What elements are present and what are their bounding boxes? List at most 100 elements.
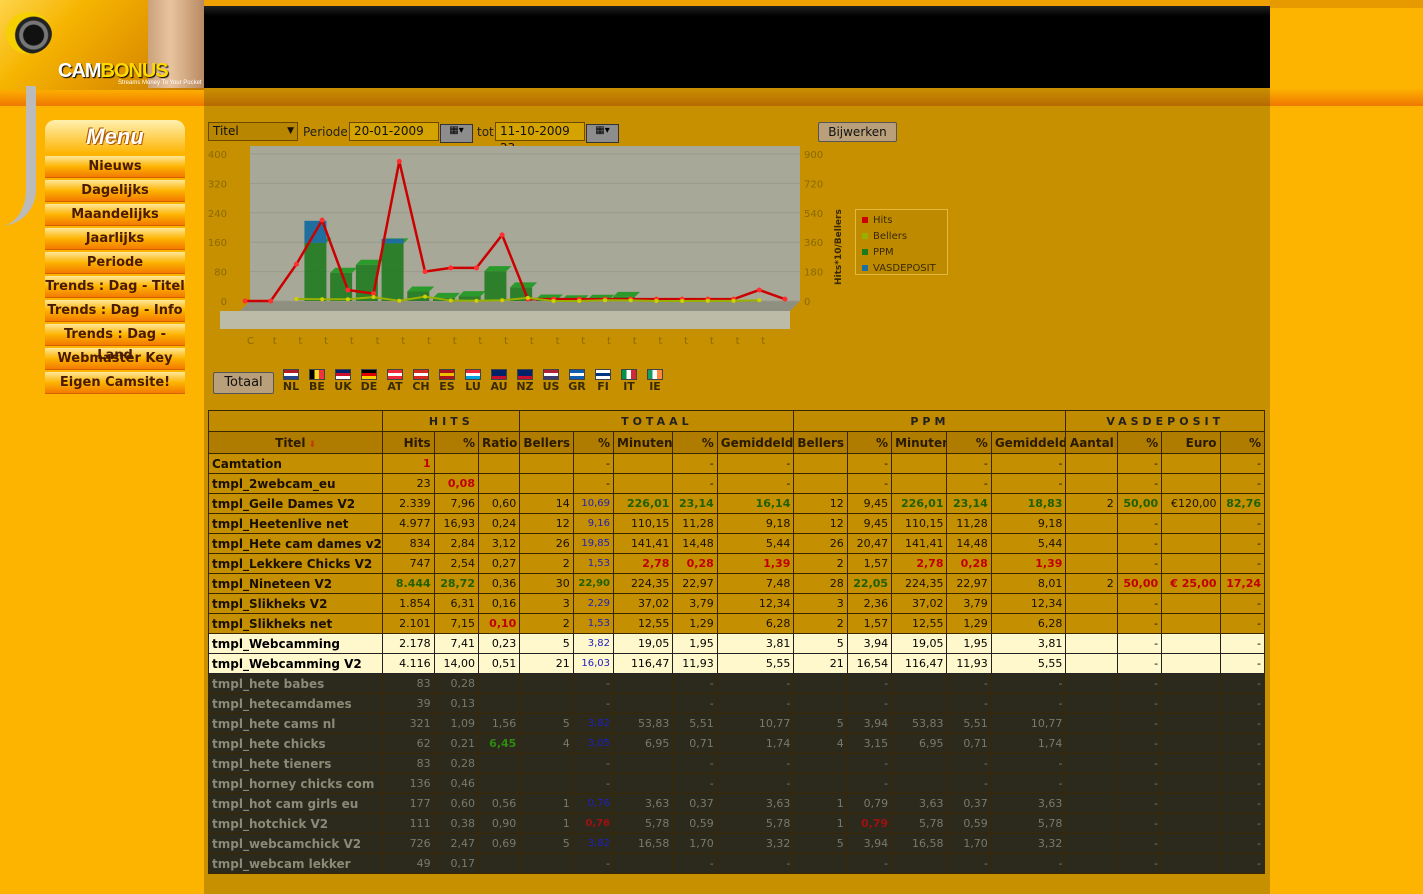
- table-row[interactable]: tmpl_hot cam girls eu 177 0,60 0,56 1 0,76 3,6…: [207, 793, 1266, 814]
- table-cell: 1: [382, 453, 435, 474]
- column-header[interactable]: Hits: [382, 431, 435, 454]
- column-header[interactable]: Minuten: [891, 431, 948, 454]
- row-title: tmpl_Heetenlive net: [207, 513, 384, 534]
- flag-ch[interactable]: CH: [409, 369, 433, 394]
- column-header[interactable]: %: [1116, 431, 1163, 454]
- column-header[interactable]: %: [846, 431, 893, 454]
- column-header[interactable]: Bellers: [793, 431, 848, 454]
- table-cell: -: [846, 673, 893, 694]
- flag-uk[interactable]: UK: [331, 369, 355, 394]
- flag-es[interactable]: ES: [435, 369, 459, 394]
- row-title: tmpl_Lekkere Chicks V2: [207, 553, 384, 574]
- column-header[interactable]: Gemiddeld: [716, 431, 795, 454]
- column-header[interactable]: Minuten: [612, 431, 674, 454]
- column-header[interactable]: Aantal: [1065, 431, 1118, 454]
- flag-fi[interactable]: FI: [591, 369, 615, 394]
- menu-item-4[interactable]: Periode: [45, 252, 185, 274]
- menu-title: Menu: [45, 120, 185, 154]
- menu-item-7[interactable]: Trends : Dag - Land: [45, 324, 185, 363]
- menu-item-9[interactable]: Eigen Camsite!: [45, 372, 185, 394]
- table-row[interactable]: tmpl_Slikheks net 2.101 7,15 0,10 2 1,53 12,55…: [207, 613, 1266, 634]
- table-row[interactable]: tmpl_Slikheks V2 1.854 6,31 0,16 3 2,29 37,02 3…: [207, 593, 1266, 614]
- table-row[interactable]: tmpl_webcamchick V2 726 2,47 0,69 5 3,82 16,58…: [207, 833, 1266, 854]
- table-cell: 1,39: [990, 553, 1067, 574]
- column-header[interactable]: %: [946, 431, 992, 454]
- column-header[interactable]: %: [433, 431, 479, 454]
- menu-item-6[interactable]: Trends : Dag - Info: [45, 300, 185, 322]
- table-cell: -: [946, 673, 992, 694]
- flag-us[interactable]: US: [539, 369, 563, 394]
- totaal-button[interactable]: Totaal: [213, 372, 274, 394]
- flag-au[interactable]: AU: [487, 369, 511, 394]
- update-button[interactable]: Bijwerken: [818, 122, 897, 142]
- flag-it[interactable]: IT: [617, 369, 641, 394]
- table-row[interactable]: tmpl_hete babes 83 0,28- - - - - - - -: [207, 673, 1266, 694]
- table-row[interactable]: tmpl_hete chicks 62 0,21 6,45 4 3,05 6,95 0,71 1…: [207, 733, 1266, 754]
- flag-lu[interactable]: LU: [461, 369, 485, 394]
- table-cell: 14,00: [433, 653, 479, 674]
- table-cell: [1065, 473, 1118, 494]
- menu-item-2[interactable]: Maandelijks: [45, 204, 185, 226]
- table-row[interactable]: tmpl_horney chicks com 136 0,46- - - - - - - -: [207, 773, 1266, 794]
- table-cell: 0,38: [433, 813, 479, 834]
- table-cell: [1161, 633, 1221, 654]
- table-cell: [793, 753, 848, 774]
- column-header[interactable]: %: [572, 431, 615, 454]
- flag-be[interactable]: BE: [305, 369, 329, 394]
- menu-item-3[interactable]: Jaarlijks: [45, 228, 185, 250]
- table-row[interactable]: tmpl_Webcamming V2 4.116 14,00 0,51 21 16,03 1…: [207, 653, 1266, 674]
- column-header[interactable]: Gemiddeld: [990, 431, 1067, 454]
- table-cell: -: [990, 453, 1067, 474]
- table-row[interactable]: tmpl_Geile Dames V2 2.339 7,96 0,60 14 10,69 2…: [207, 493, 1266, 514]
- menu-item-8[interactable]: Webmaster Key: [45, 348, 185, 370]
- menu-item-0[interactable]: Nieuws: [45, 156, 185, 178]
- table-row[interactable]: tmpl_Nineteen V2 8.444 28,72 0,36 30 22,90 224…: [207, 573, 1266, 594]
- flag-ie[interactable]: IE: [643, 369, 667, 394]
- flag-gr[interactable]: GR: [565, 369, 589, 394]
- column-header[interactable]: Ratio: [477, 431, 521, 454]
- table-cell: 226,01: [891, 493, 948, 514]
- calendar-icon[interactable]: ▦▾: [440, 124, 473, 143]
- table-row[interactable]: tmpl_Heetenlive net 4.977 16,93 0,24 12 9,16 1…: [207, 513, 1266, 534]
- column-header[interactable]: Euro: [1161, 431, 1221, 454]
- table-cell: -: [572, 453, 615, 474]
- column-header[interactable]: %: [672, 431, 718, 454]
- column-header[interactable]: Bellers: [519, 431, 574, 454]
- table-row[interactable]: tmpl_Webcamming 2.178 7,41 0,23 5 3,82 19,05 1,…: [207, 633, 1266, 654]
- menu-item-5[interactable]: Trends : Dag - Titel: [45, 276, 185, 298]
- table-row[interactable]: tmpl_hete cams nl 321 1,09 1,56 5 3,82 53,83 5,…: [207, 713, 1266, 734]
- to-date-input[interactable]: 11-10-2009 23: [495, 122, 585, 155]
- table-cell: [1161, 533, 1221, 554]
- y2-tick-label: 900: [804, 150, 823, 161]
- flag-at[interactable]: AT: [383, 369, 407, 394]
- table-row[interactable]: tmpl_webcam lekker 49 0,17- - - - - - - -: [207, 853, 1266, 874]
- table-row[interactable]: tmpl_2webcam_eu 23 0,08- - - - - - - -: [207, 473, 1266, 494]
- chart-floor: [240, 301, 800, 311]
- table-cell: [1161, 593, 1221, 614]
- flag-nl[interactable]: NL: [279, 369, 303, 394]
- table-cell: 0,56: [477, 793, 521, 814]
- flag-nz[interactable]: NZ: [513, 369, 537, 394]
- table-row[interactable]: tmpl_Hete cam dames v2 834 2,84 3,12 26 19,85…: [207, 533, 1266, 554]
- calendar-icon[interactable]: ▦▾: [586, 124, 619, 143]
- table-cell: 22,97: [946, 573, 992, 594]
- legend-label: Hits: [873, 215, 893, 226]
- table-row[interactable]: tmpl_Lekkere Chicks V2 747 2,54 0,27 2 1,53 2,…: [207, 553, 1266, 574]
- flag-de[interactable]: DE: [357, 369, 381, 394]
- table-cell: [612, 753, 674, 774]
- table-row[interactable]: tmpl_hotchick V2 111 0,38 0,90 1 0,76 5,78 0,59…: [207, 813, 1266, 834]
- table-cell: 9,18: [990, 513, 1067, 534]
- table-row[interactable]: tmpl_hetecamdames 39 0,13- - - - - - - -: [207, 693, 1266, 714]
- column-header[interactable]: %: [1219, 431, 1266, 454]
- cambonus-logo[interactable]: CAMBONUS Streams Money To Your Pocket: [0, 0, 204, 90]
- menu-item-1[interactable]: Dagelijks: [45, 180, 185, 202]
- group-by-select[interactable]: Titel ▼: [208, 122, 298, 141]
- table-cell: 7,48: [716, 573, 795, 594]
- title-column-header[interactable]: Titel ⬇: [207, 431, 384, 454]
- from-date-input[interactable]: 20-01-2009: [349, 122, 439, 141]
- table-row[interactable]: Camtation 1- - - - - - - -: [207, 453, 1266, 474]
- table-cell: 19,85: [572, 533, 615, 554]
- y-tick-label: 0: [221, 297, 227, 308]
- table-row[interactable]: tmpl_hete tieners 83 0,28- - - - - - - -: [207, 753, 1266, 774]
- table-cell: [477, 673, 521, 694]
